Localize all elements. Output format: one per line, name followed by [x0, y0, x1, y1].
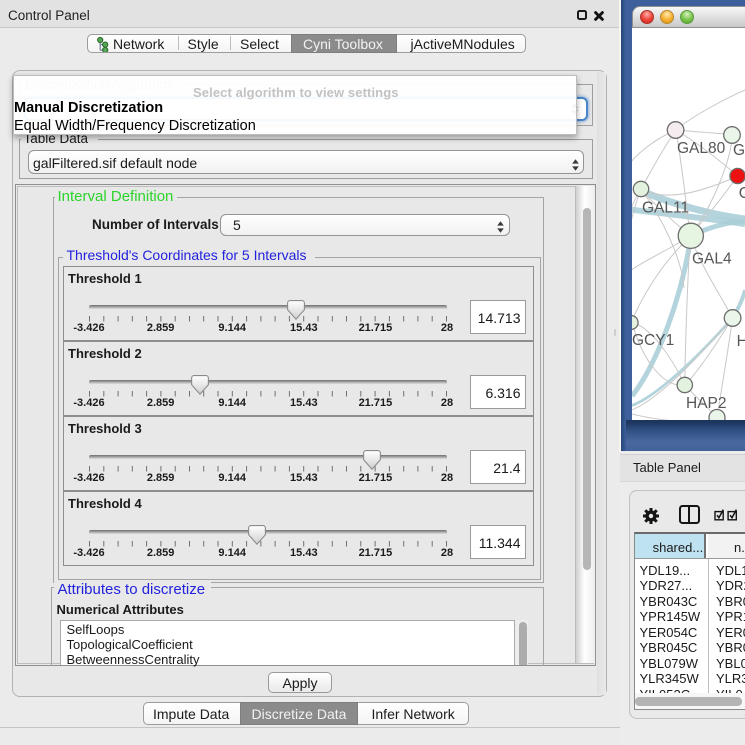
svg-text:GCY1: GCY1 [632, 332, 674, 349]
svg-text:HAP2: HAP2 [686, 395, 727, 412]
svg-text:GAL8: GAL8 [733, 142, 745, 159]
svg-text:C: C [739, 185, 745, 202]
svg-text:GAL80: GAL80 [677, 140, 726, 157]
svg-text:GAL4: GAL4 [692, 251, 732, 268]
svg-text:GAL11: GAL11 [642, 200, 689, 217]
svg-text:H: H [737, 333, 745, 350]
